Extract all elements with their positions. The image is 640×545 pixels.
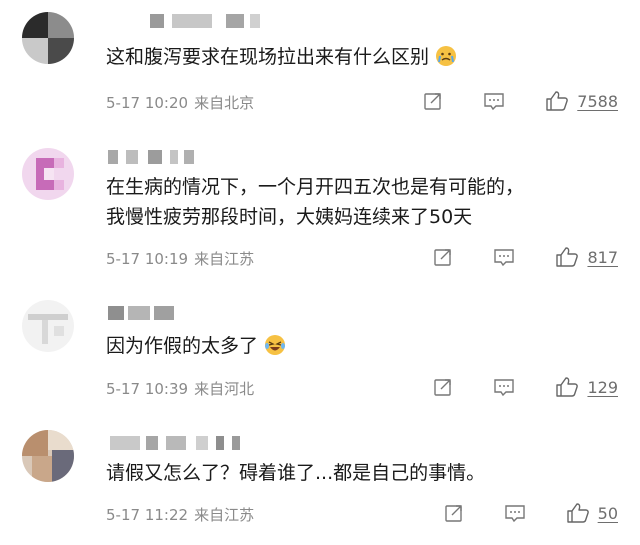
username-blurred[interactable] bbox=[110, 436, 250, 450]
laughing-crying-emoji bbox=[264, 334, 286, 356]
comment-actions: 817 bbox=[433, 246, 618, 268]
comment-icon bbox=[504, 505, 525, 523]
comment-actions: 129 bbox=[433, 376, 618, 398]
share-button[interactable] bbox=[433, 377, 453, 397]
comment-meta: 5-17 10:20 来自北京 bbox=[106, 94, 255, 112]
reply-button[interactable] bbox=[483, 91, 505, 111]
comment-text: 请假又怎么了？碍着谁了...都是自己的事情。 bbox=[106, 462, 486, 484]
like-count: 50 bbox=[597, 503, 618, 523]
thumbs-up-icon bbox=[546, 91, 569, 111]
avatar[interactable] bbox=[22, 300, 74, 352]
share-icon bbox=[424, 93, 441, 110]
share-icon bbox=[444, 505, 462, 522]
like-count: 129 bbox=[587, 377, 618, 397]
crying-face-emoji bbox=[435, 45, 457, 67]
share-icon bbox=[434, 379, 452, 396]
thumbs-up-icon bbox=[556, 377, 579, 397]
share-button[interactable] bbox=[433, 247, 453, 267]
share-button[interactable] bbox=[444, 503, 464, 523]
comment-icon bbox=[494, 379, 515, 397]
comment-icon bbox=[484, 93, 504, 111]
thumbs-up-icon bbox=[566, 503, 589, 523]
username-blurred[interactable] bbox=[150, 14, 270, 28]
comment-text: 在生病的情况下，一个月开四五次也是有可能的， 我慢性疲劳那段时间，大姨妈连续来了… bbox=[106, 176, 525, 228]
comment-actions: 50 bbox=[444, 502, 618, 524]
like-button[interactable]: 129 bbox=[555, 376, 618, 398]
like-button[interactable]: 7588 bbox=[545, 90, 618, 112]
share-button[interactable] bbox=[423, 91, 443, 111]
username-blurred[interactable] bbox=[108, 150, 198, 164]
like-count: 817 bbox=[587, 247, 618, 267]
comment-text: 这和腹泻要求在现场拉出来有什么区别 bbox=[106, 42, 620, 72]
comment-meta: 5-17 11:22 来自江苏 bbox=[106, 506, 255, 524]
like-button[interactable]: 50 bbox=[566, 502, 618, 524]
comment-actions: 7588 bbox=[423, 90, 618, 112]
comment-text: 因为作假的太多了 bbox=[106, 331, 620, 361]
like-count: 7588 bbox=[577, 91, 618, 111]
username-blurred[interactable] bbox=[108, 306, 178, 320]
reply-button[interactable] bbox=[504, 503, 526, 523]
share-icon bbox=[434, 249, 452, 266]
reply-button[interactable] bbox=[493, 247, 515, 267]
thumbs-up-icon bbox=[556, 247, 579, 267]
comment-meta: 5-17 10:19 来自江苏 bbox=[106, 250, 255, 268]
avatar[interactable] bbox=[22, 430, 74, 482]
comment-icon bbox=[494, 249, 515, 267]
comment-meta: 5-17 10:39 来自河北 bbox=[106, 380, 255, 398]
reply-button[interactable] bbox=[493, 377, 515, 397]
avatar[interactable] bbox=[22, 12, 74, 64]
avatar[interactable] bbox=[22, 148, 74, 200]
like-button[interactable]: 817 bbox=[555, 246, 618, 268]
